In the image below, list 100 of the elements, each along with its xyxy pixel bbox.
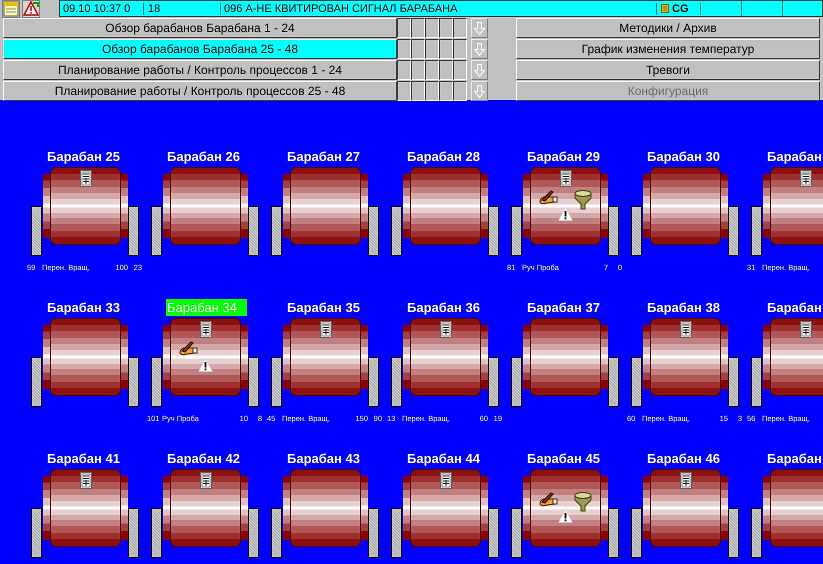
down-arrow-button[interactable]	[471, 39, 488, 59]
nav-button[interactable]: График изменения температур	[516, 39, 820, 59]
drum-body[interactable]	[170, 167, 241, 245]
document-icon[interactable]	[800, 170, 812, 187]
drum-body[interactable]	[50, 469, 121, 547]
drum-label[interactable]: Барабан 26	[167, 148, 240, 165]
nav-button[interactable]: Планирование работы / Контроль процессов 1 - 24	[3, 60, 397, 80]
roller	[248, 508, 259, 558]
nav-button[interactable]: Методики / Архив	[516, 18, 820, 38]
drum-label[interactable]: Барабан 37	[527, 299, 600, 316]
drum-body[interactable]	[170, 469, 241, 547]
funnel-icon[interactable]	[574, 492, 592, 512]
drum-body[interactable]	[650, 167, 721, 245]
drum-label[interactable]: Барабан	[767, 148, 822, 165]
roller	[511, 508, 522, 558]
roller	[608, 357, 619, 407]
down-arrow-icon	[474, 84, 485, 98]
nav-button[interactable]: Обзор барабанов Барабана 25 - 48	[3, 39, 397, 59]
drum-body[interactable]	[290, 167, 361, 245]
drum-cap	[763, 476, 770, 540]
drum-body[interactable]	[170, 318, 241, 396]
drum-body[interactable]	[770, 469, 823, 547]
drum-body[interactable]	[290, 318, 361, 396]
document-icon[interactable]	[680, 321, 692, 338]
down-arrow-button[interactable]	[471, 60, 488, 80]
hand-pen-icon[interactable]	[538, 492, 558, 507]
indicator-cell	[397, 81, 411, 101]
document-icon[interactable]	[560, 170, 572, 187]
funnel-icon[interactable]	[574, 190, 592, 210]
drum-label[interactable]: Барабан 36	[407, 299, 480, 316]
drum-label[interactable]: Барабан 41	[47, 450, 120, 467]
document-icon[interactable]	[680, 472, 692, 489]
warning-icon[interactable]	[558, 509, 573, 523]
drum-label[interactable]: Барабан 43	[287, 450, 360, 467]
document-icon[interactable]	[320, 321, 332, 338]
drum-cap	[403, 325, 410, 389]
nav-button[interactable]: Планирование работы / Контроль процессов 25 - 48	[3, 81, 397, 101]
roller	[608, 206, 619, 256]
warning-icon[interactable]	[198, 358, 213, 372]
document-icon[interactable]	[200, 321, 212, 338]
drum-label[interactable]: Барабан 25	[47, 148, 120, 165]
drum-body[interactable]	[530, 469, 601, 547]
drum-body[interactable]	[410, 318, 481, 396]
roller	[271, 508, 282, 558]
drum-label[interactable]: Барабан 33	[47, 299, 120, 316]
drum-body[interactable]	[290, 469, 361, 547]
drum-label[interactable]: Барабан 35	[287, 299, 360, 316]
drum-label[interactable]: Барабан 42	[167, 450, 240, 467]
drum-body[interactable]	[50, 167, 121, 245]
roller	[368, 206, 379, 256]
drum-body[interactable]	[530, 167, 601, 245]
drum-body[interactable]	[650, 318, 721, 396]
drum-cap	[361, 476, 368, 540]
drum-cap	[601, 174, 608, 238]
document-icon[interactable]	[80, 472, 92, 489]
drum-label[interactable]: Барабан 27	[287, 148, 360, 165]
hand-pen-icon[interactable]	[178, 341, 198, 356]
drum-body[interactable]	[410, 167, 481, 245]
document-icon[interactable]	[200, 472, 212, 489]
document-icon[interactable]	[440, 321, 452, 338]
drum-label[interactable]: Барабан 29	[527, 148, 600, 165]
roller	[271, 357, 282, 407]
drum-label[interactable]: Барабан 44	[407, 450, 480, 467]
drum-body[interactable]	[530, 318, 601, 396]
drum-cap	[643, 325, 650, 389]
drum-label[interactable]: Барабан	[767, 450, 822, 467]
drum-body[interactable]	[410, 469, 481, 547]
drum-body[interactable]	[770, 167, 823, 245]
document-icon[interactable]	[440, 472, 452, 489]
roller	[391, 357, 402, 407]
drum-cap	[163, 476, 170, 540]
indicator-cell	[425, 81, 439, 101]
drum-label[interactable]: Барабан 28	[407, 148, 480, 165]
nav-button[interactable]: Тревоги	[516, 60, 820, 80]
alarm-text: 096 А-НЕ КВИТИРОВАН СИГНАЛ БАРАБАНА	[221, 2, 657, 14]
drum-cap	[643, 174, 650, 238]
drum-cap	[523, 476, 530, 540]
drum-cap	[283, 174, 290, 238]
alarm-time: 09.10 10:37 0	[60, 2, 144, 14]
note-icon[interactable]	[2, 0, 20, 18]
roller	[151, 357, 162, 407]
drum-label[interactable]: Барабан	[767, 299, 822, 316]
indicator-cell	[439, 39, 453, 59]
hand-pen-icon[interactable]	[538, 190, 558, 205]
drum-label[interactable]: Барабан 38	[647, 299, 720, 316]
drum-cap	[283, 476, 290, 540]
drum-body[interactable]	[50, 318, 121, 396]
drum-body[interactable]	[650, 469, 721, 547]
down-arrow-button[interactable]	[471, 18, 488, 38]
drum-body[interactable]	[770, 318, 823, 396]
warning-icon[interactable]	[558, 207, 573, 221]
down-arrow-button[interactable]	[471, 81, 488, 101]
document-icon[interactable]	[80, 170, 92, 187]
nav-button[interactable]: Обзор барабанов Барабана 1 - 24	[3, 18, 397, 38]
drum-label[interactable]: Барабан 45	[527, 450, 600, 467]
drum-cap	[403, 174, 410, 238]
drum-label[interactable]: Барабан 30	[647, 148, 720, 165]
document-icon[interactable]	[800, 321, 812, 338]
indicator-cell	[439, 60, 453, 80]
drum-label[interactable]: Барабан 46	[647, 450, 720, 467]
